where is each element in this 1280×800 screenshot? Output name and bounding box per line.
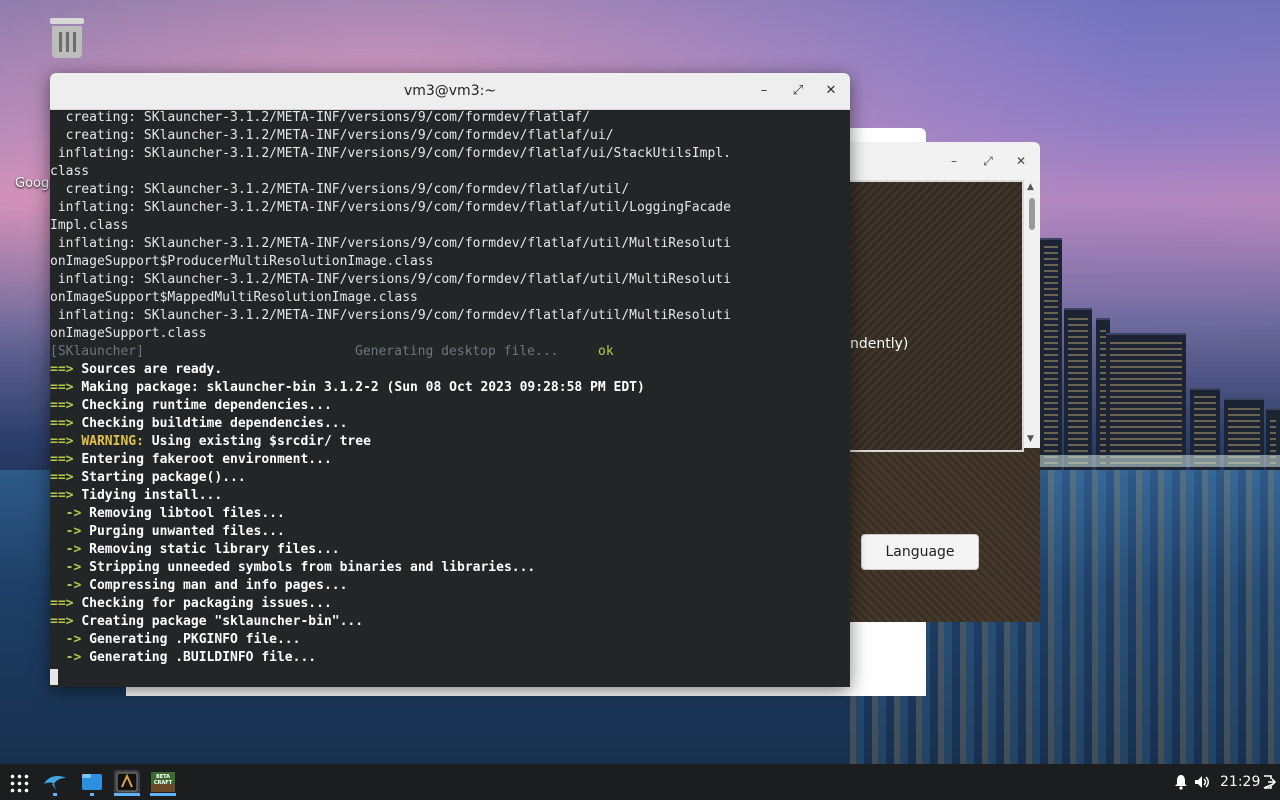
terminal-icon[interactable] — [114, 770, 140, 796]
app-indicator — [90, 793, 94, 796]
scrollbar-thumb[interactable] — [1029, 198, 1035, 230]
output-line: creating: SKlauncher-3.1.2/META-INF/vers… — [50, 182, 630, 197]
volume-icon[interactable] — [1194, 764, 1210, 800]
sub-step-line: -> Removing static library files... — [65, 542, 340, 557]
build-line: ==> Starting package()... — [50, 470, 246, 485]
close-button[interactable]: ✕ — [1012, 152, 1030, 170]
output-line: Impl.class — [50, 218, 129, 233]
maximize-button[interactable]: ⤢ — [789, 82, 807, 100]
output-line: onImageSupport.class — [50, 326, 207, 341]
launcher-partial-text: ndently) — [850, 336, 909, 352]
terminal-output[interactable]: creating: SKlauncher-3.1.2/META-INF/vers… — [50, 109, 850, 687]
output-line: inflating: SKlauncher-3.1.2/META-INF/ver… — [50, 236, 731, 251]
wallpaper-skyline — [1040, 230, 1280, 470]
warning-line: ==> WARNING: Using existing $srcdir/ tre… — [50, 434, 371, 449]
betacraft-label: BETA CRAFT — [153, 774, 173, 786]
output-line: inflating: SKlauncher-3.1.2/META-INF/ver… — [50, 272, 731, 287]
terminal-titlebar[interactable]: vm3@vm3:~ – ⤢ ✕ — [50, 73, 850, 110]
minimize-button[interactable]: – — [945, 152, 963, 170]
bell-icon[interactable] — [1174, 764, 1188, 800]
build-line: ==> Entering fakeroot environment... — [50, 452, 332, 467]
sub-step-line: -> Generating .PKGINFO file... — [65, 632, 301, 647]
output-line: creating: SKlauncher-3.1.2/META-INF/vers… — [50, 128, 614, 143]
trash-icon[interactable] — [48, 16, 86, 60]
build-line: ==> Checking for packaging issues... — [50, 596, 332, 611]
build-line: ==> Checking runtime dependencies... — [50, 398, 332, 413]
app-indicator — [114, 793, 140, 796]
betacraft-icon[interactable]: BETA CRAFT — [150, 770, 176, 796]
launcher-window[interactable]: – ⤢ ✕ ▲ ▼ ndently) Language — [850, 142, 1040, 622]
sklauncher-line: [SKlauncher] Generating desktop file... ok — [50, 343, 614, 361]
build-line: ==> Making package: sklauncher-bin 3.1.2… — [50, 380, 645, 395]
launcher-content-panel — [850, 180, 1024, 452]
logout-icon[interactable] — [1262, 764, 1277, 800]
sub-step-line: -> Stripping unneeded symbols from binar… — [65, 560, 536, 575]
app-indicator — [53, 793, 57, 796]
warning-label: WARNING: — [81, 434, 144, 449]
launcher-titlebar[interactable]: – ⤢ ✕ — [850, 142, 1040, 180]
file-manager-icon[interactable] — [79, 770, 105, 796]
window-title: vm3@vm3:~ — [403, 83, 497, 99]
output-line: class — [50, 164, 90, 179]
output-line: inflating: SKlauncher-3.1.2/META-INF/ver… — [50, 200, 731, 215]
build-line: ==> Sources are ready. — [50, 362, 223, 377]
terminal-cursor — [50, 669, 58, 685]
output-line: inflating: SKlauncher-3.1.2/META-INF/ver… — [50, 146, 731, 161]
wallpaper-bridge — [1040, 455, 1280, 467]
maximize-button[interactable]: ⤢ — [979, 152, 997, 170]
sklauncher-ok: ok — [598, 344, 614, 359]
sub-step-line: -> Compressing man and info pages... — [65, 578, 348, 593]
build-line: ==> Creating package "sklauncher-bin"... — [50, 614, 364, 629]
taskbar: BETA CRAFT 21:29 — [0, 764, 1280, 800]
scroll-down-icon[interactable]: ▼ — [1027, 434, 1034, 444]
sklauncher-tag: [SKlauncher] — [50, 344, 144, 359]
close-button[interactable]: ✕ — [822, 82, 840, 100]
build-line: ==> Checking buildtime dependencies... — [50, 416, 348, 431]
app-launcher-icon[interactable] — [9, 773, 29, 793]
clock[interactable]: 21:29 — [1220, 764, 1260, 800]
sub-step-line: -> Removing libtool files... — [65, 506, 285, 521]
launcher-scrollbar[interactable]: ▲ ▼ — [1024, 180, 1040, 448]
build-line: ==> Tidying install... — [50, 488, 223, 503]
dolphin-icon[interactable] — [42, 770, 68, 796]
terminal-window[interactable]: vm3@vm3:~ – ⤢ ✕ creating: SKlauncher-3.1… — [50, 73, 850, 687]
language-button[interactable]: Language — [861, 534, 979, 570]
output-line: creating: SKlauncher-3.1.2/META-INF/vers… — [50, 110, 591, 125]
output-line: onImageSupport$MappedMultiResolutionImag… — [50, 290, 418, 305]
sklauncher-message: Generating desktop file... — [355, 344, 559, 359]
app-indicator — [150, 793, 176, 796]
output-line: inflating: SKlauncher-3.1.2/META-INF/ver… — [50, 308, 731, 323]
minimize-button[interactable]: – — [755, 82, 773, 100]
sub-step-line: -> Generating .BUILDINFO file... — [65, 650, 317, 665]
desktop-icon-label[interactable]: Goog — [15, 176, 49, 191]
sub-step-line: -> Purging unwanted files... — [65, 524, 285, 539]
output-line: onImageSupport$ProducerMultiResolutionIm… — [50, 254, 434, 269]
scroll-up-icon[interactable]: ▲ — [1027, 182, 1034, 192]
